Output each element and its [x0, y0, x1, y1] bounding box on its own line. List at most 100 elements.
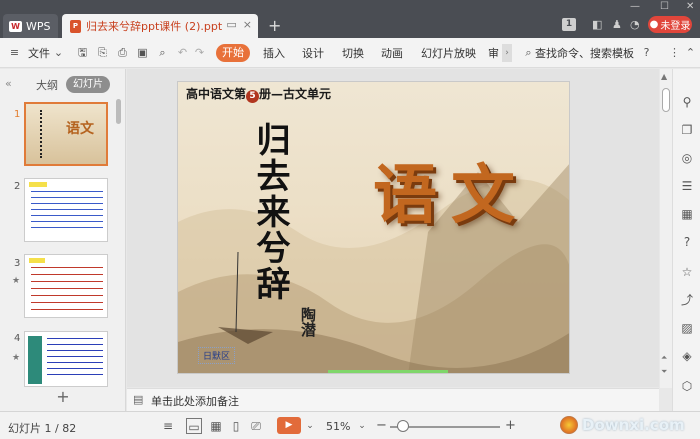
- collapse-panel-icon[interactable]: «: [5, 77, 12, 90]
- reading-view-icon[interactable]: ▯: [228, 418, 244, 434]
- subject-title: 语文: [373, 158, 529, 233]
- image-icon[interactable]: ▨: [680, 321, 694, 335]
- save-icon[interactable]: 🖫: [76, 46, 89, 59]
- slide-header-post: 册—古文单元: [259, 87, 332, 101]
- notes-area[interactable]: ▤ 单击此处添加备注: [127, 388, 659, 411]
- print-icon[interactable]: ⎙: [116, 46, 129, 59]
- skin-icon[interactable]: ◧: [592, 18, 602, 31]
- zoom-in-button[interactable]: +: [505, 418, 516, 433]
- login-button[interactable]: ● 未登录: [648, 16, 692, 33]
- login-label: 未登录: [660, 21, 691, 32]
- collapse-ribbon-icon[interactable]: ⌃: [684, 46, 697, 59]
- tab-design[interactable]: 设计: [302, 45, 324, 61]
- export-share-icon[interactable]: ⤴: [680, 293, 694, 307]
- notification-icon[interactable]: ◔: [630, 18, 640, 31]
- play-slideshow-button[interactable]: ▶: [277, 417, 301, 434]
- shapes-icon[interactable]: ◎: [680, 151, 694, 165]
- slide-header-pre: 高中语文第: [186, 87, 247, 101]
- format-painter-icon[interactable]: ⌕: [156, 46, 169, 59]
- user-icon: ●: [649, 19, 659, 30]
- wps-tab-label: WPS: [26, 19, 51, 33]
- help-circle-icon[interactable]: ?: [680, 235, 694, 249]
- scroll-up-icon[interactable]: ▲: [661, 72, 667, 81]
- file-menu[interactable]: 文件: [28, 45, 50, 61]
- shield-icon[interactable]: ⬡: [680, 379, 694, 393]
- ppt-file-icon: P: [70, 19, 81, 33]
- slide-number: 4: [14, 333, 21, 344]
- previous-slide-icon[interactable]: ⏶: [661, 353, 667, 363]
- settings-sliders-icon[interactable]: ☰: [680, 179, 694, 193]
- thumb-subject-text: 语文: [66, 121, 94, 137]
- notes-placeholder: 单击此处添加备注: [151, 395, 239, 408]
- tab-start[interactable]: 开始: [216, 44, 250, 62]
- watermark-logo-icon: [560, 416, 578, 434]
- slide-number: 1: [14, 109, 21, 120]
- command-search[interactable]: 查找命令、搜索模板: [535, 45, 634, 61]
- zoom-out-button[interactable]: −: [376, 418, 387, 433]
- document-tab[interactable]: P 归去来兮辞ppt课件 (2).ppt ▭ ×: [62, 14, 258, 38]
- animation-star-icon: ★: [12, 353, 21, 363]
- list-view-icon[interactable]: ≡: [160, 418, 176, 434]
- slide-thumbnail-1[interactable]: 语文: [24, 102, 108, 166]
- slide-thumbnail-3[interactable]: [24, 254, 108, 318]
- new-tab-button[interactable]: +: [268, 16, 281, 35]
- export-icon[interactable]: ⎘: [96, 46, 109, 59]
- maximize-icon[interactable]: ☐: [660, 1, 669, 12]
- normal-view-icon[interactable]: ▭: [186, 418, 202, 434]
- panel-scrollbar[interactable]: [116, 99, 121, 124]
- gallery-icon[interactable]: ▦: [680, 207, 694, 221]
- slide-author: 陶潜: [299, 307, 317, 337]
- menu-scroll-arrow[interactable]: ›: [502, 44, 512, 62]
- monitor-icon[interactable]: ▭: [226, 18, 236, 31]
- watermark-text: Downxi.com: [582, 416, 685, 434]
- minimize-icon[interactable]: —: [630, 1, 640, 12]
- add-slide-button[interactable]: +: [0, 387, 126, 409]
- pin-icon[interactable]: ⚲: [680, 95, 694, 109]
- print-preview-icon[interactable]: ▣: [136, 46, 149, 59]
- close-window-icon[interactable]: ✕: [686, 1, 694, 12]
- star-icon[interactable]: ☆: [680, 265, 694, 279]
- zoom-dropdown-icon[interactable]: ⌄: [354, 418, 370, 434]
- chevron-down-icon[interactable]: ⌄: [52, 46, 65, 59]
- animation-star-icon: ★: [12, 276, 21, 286]
- volume-number: 5: [246, 90, 260, 103]
- copy-icon[interactable]: ❐: [680, 123, 694, 137]
- wps-home-tab[interactable]: W WPS: [3, 14, 58, 38]
- slide-title: 归去来兮辞: [250, 122, 290, 302]
- redo-icon[interactable]: ↷: [193, 46, 206, 59]
- tab-review[interactable]: 审: [488, 45, 499, 61]
- tab-outline[interactable]: 大纲: [36, 77, 58, 93]
- undo-icon[interactable]: ↶: [176, 46, 189, 59]
- zoom-slider-knob[interactable]: [397, 420, 409, 432]
- hamburger-icon[interactable]: ≡: [8, 46, 21, 59]
- tab-insert[interactable]: 插入: [263, 45, 285, 61]
- help-icon[interactable]: ?: [640, 46, 653, 59]
- canvas-scrollbar[interactable]: ▲ ⏶ ⏷: [660, 69, 672, 388]
- current-slide[interactable]: 高中语文第 5 册—古文单元 归去来兮辞 陶潜 语文 日默区: [177, 81, 570, 374]
- slide-sorter-icon[interactable]: ▦: [208, 418, 224, 434]
- tab-animation[interactable]: 动画: [381, 45, 403, 61]
- tab-slideshow[interactable]: 幻灯片放映: [421, 45, 476, 61]
- slide-counter: 幻灯片 1 / 82: [8, 422, 77, 435]
- window-count-badge[interactable]: 1: [562, 18, 576, 31]
- shirt-icon[interactable]: ♟: [612, 18, 622, 31]
- zoom-level[interactable]: 51%: [326, 420, 350, 433]
- slide-canvas: 高中语文第 5 册—古文单元 归去来兮辞 陶潜 语文 日默区: [127, 69, 659, 387]
- right-sidebar: ⚲ ❐ ◎ ☰ ▦ ? ☆ ⤴ ▨ ◈ ⬡: [672, 69, 700, 411]
- slide-number: 3: [14, 258, 21, 269]
- slide-thumbnail-2[interactable]: [24, 178, 108, 242]
- tab-slides[interactable]: 幻灯片: [66, 76, 110, 93]
- wps-logo-icon: W: [9, 20, 22, 32]
- more-icon[interactable]: ⋮: [668, 46, 681, 59]
- search-icon[interactable]: ⌕: [522, 46, 535, 59]
- slide-thumbnail-4[interactable]: [24, 331, 108, 387]
- layers-icon[interactable]: ◈: [680, 349, 694, 363]
- slide-number: 2: [14, 181, 21, 192]
- next-slide-icon[interactable]: ⏷: [661, 367, 667, 377]
- scroll-thumb[interactable]: [662, 88, 670, 112]
- presenter-icon[interactable]: ⎚: [248, 418, 264, 434]
- tab-transition[interactable]: 切换: [342, 45, 364, 61]
- watermark: Downxi.com: [560, 413, 700, 437]
- close-tab-icon[interactable]: ×: [243, 18, 252, 31]
- play-options-chevron-icon[interactable]: ⌄: [302, 418, 318, 434]
